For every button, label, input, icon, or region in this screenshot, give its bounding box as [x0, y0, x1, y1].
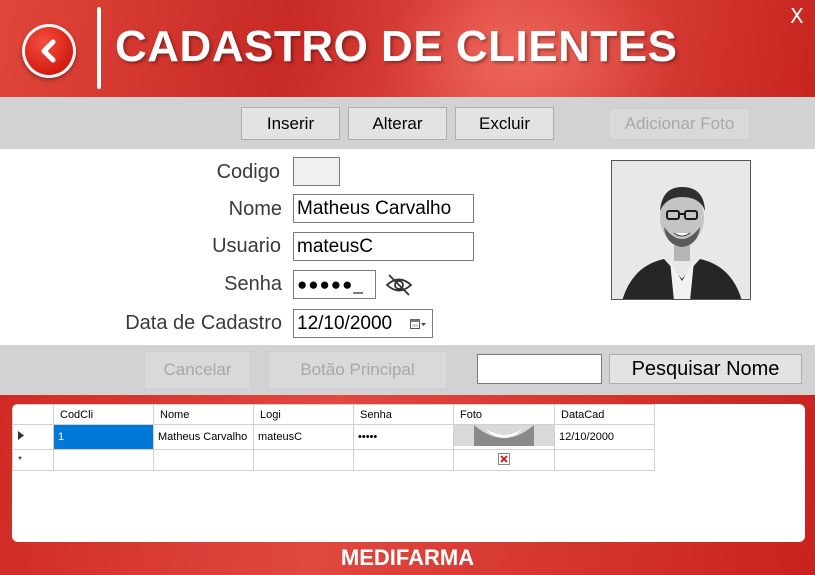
delete-button[interactable]: Excluir [455, 107, 554, 140]
main-button[interactable]: Botão Principal [268, 351, 447, 389]
senha-field[interactable]: ●●●●●_ [293, 270, 376, 299]
codigo-label: Codigo [216, 161, 280, 183]
row-header-corner [12, 404, 54, 425]
cell-new-datacad[interactable] [554, 449, 655, 471]
column-header-logi[interactable]: Logi [253, 404, 354, 425]
search-name-button[interactable]: Pesquisar Nome [609, 354, 802, 384]
column-header-senha[interactable]: Senha [353, 404, 454, 425]
cell-new-nome[interactable] [153, 449, 254, 471]
add-photo-button[interactable]: Adicionar Foto [609, 108, 750, 140]
brand-name: MEDIFARMA [340, 545, 475, 570]
data-cadastro-picker[interactable]: 12/10/2000 [293, 309, 433, 338]
codigo-field[interactable] [293, 157, 340, 186]
cell-codcli[interactable]: 1 [53, 424, 154, 450]
broken-image-icon [498, 452, 510, 465]
calendar-icon[interactable] [410, 319, 426, 331]
cell-new-senha[interactable] [353, 449, 454, 471]
cell-new-foto[interactable] [453, 449, 555, 471]
close-button[interactable]: X [790, 4, 804, 28]
column-header-foto[interactable]: Foto [453, 404, 555, 425]
cell-logi[interactable]: mateusC [253, 424, 354, 450]
clients-grid[interactable]: CodCli Nome Logi Senha Foto DataCad 1 Ma… [12, 404, 805, 542]
client-photo [611, 160, 751, 300]
edit-button[interactable]: Alterar [348, 107, 447, 140]
table-row-new[interactable]: * [12, 449, 655, 471]
cell-new-logi[interactable] [253, 449, 354, 471]
data-cadastro-label: Data de Cadastro [125, 312, 282, 334]
column-header-datacad[interactable]: DataCad [554, 404, 655, 425]
photo-thumbnail [454, 425, 554, 446]
header-banner: CADASTRO DE CLIENTES X [0, 0, 815, 97]
cell-foto[interactable] [453, 424, 555, 450]
cell-new-codcli[interactable] [53, 449, 154, 471]
usuario-field[interactable]: mateusC [293, 232, 474, 261]
nome-label: Nome [228, 198, 282, 220]
back-button[interactable] [22, 24, 76, 78]
eye-slash-icon[interactable] [384, 272, 414, 298]
column-header-nome[interactable]: Nome [153, 404, 254, 425]
new-row-marker: * [12, 449, 54, 471]
cancel-button[interactable]: Cancelar [144, 351, 251, 389]
data-cadastro-value: 12/10/2000 [297, 312, 393, 334]
grid-header-row: CodCli Nome Logi Senha Foto DataCad [12, 404, 655, 425]
back-arrow-icon [41, 39, 56, 63]
cell-datacad[interactable]: 12/10/2000 [554, 424, 655, 450]
search-input[interactable] [477, 354, 602, 384]
nome-field[interactable]: Matheus Carvalho [293, 194, 474, 223]
table-row[interactable]: 1 Matheus Carvalho mateusC ••••• 12/10/2… [12, 424, 655, 450]
cell-senha[interactable]: ••••• [353, 424, 454, 450]
insert-button[interactable]: Inserir [241, 107, 340, 140]
cell-nome[interactable]: Matheus Carvalho [153, 424, 254, 450]
usuario-label: Usuario [212, 235, 281, 257]
header-divider [97, 7, 101, 89]
row-pointer-icon[interactable] [12, 424, 54, 450]
column-header-codcli[interactable]: CodCli [53, 404, 154, 425]
page-title: CADASTRO DE CLIENTES [115, 22, 678, 71]
senha-label: Senha [224, 273, 282, 295]
